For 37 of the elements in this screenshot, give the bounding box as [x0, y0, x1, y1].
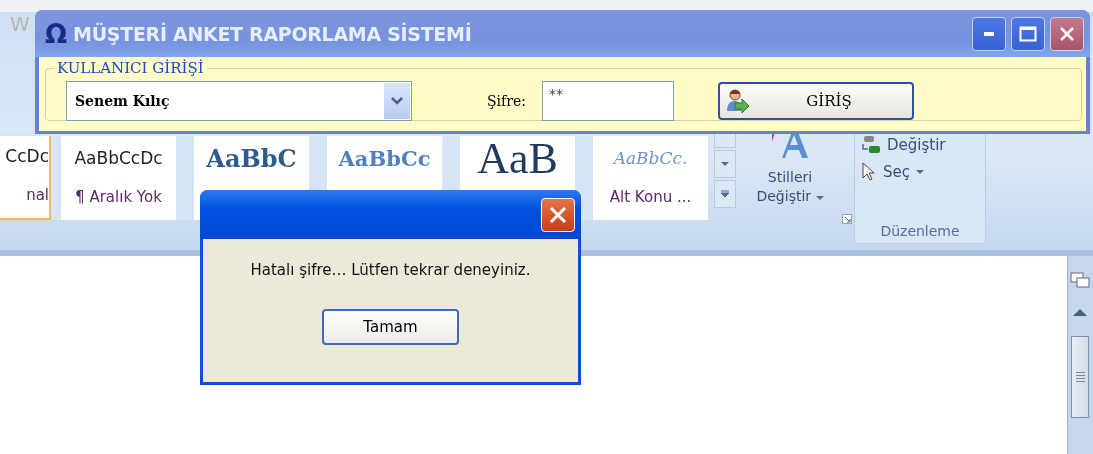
- minimize-button[interactable]: [972, 16, 1006, 51]
- window-title: MÜŞTERİ ANKET RAPORLAMA SİSTEMİ: [73, 22, 472, 45]
- ribbon-command[interactable]: Değiştir: [861, 135, 985, 154]
- maximize-button[interactable]: [1011, 16, 1045, 51]
- login-button[interactable]: GİRİŞ: [717, 82, 914, 120]
- cursor-icon: [861, 162, 877, 182]
- replace-icon: [861, 135, 881, 154]
- chevron-down-icon: [390, 96, 404, 106]
- minimize-icon: [984, 31, 994, 36]
- group-label: Düzenleme: [880, 223, 960, 239]
- style-gallery-item[interactable]: AaBbCcDc ¶ Aralık Yok: [61, 136, 176, 220]
- vertical-scrollbar[interactable]: [1067, 256, 1093, 454]
- app-logo: Ω: [44, 18, 69, 49]
- caret-icon: [720, 161, 730, 167]
- group-label: KULLANICI GİRİŞİ: [56, 59, 205, 77]
- maximize-icon: [1019, 25, 1037, 42]
- user-dropdown[interactable]: Senem Kılıç: [66, 81, 412, 121]
- more-button[interactable]: [714, 180, 736, 208]
- close-button[interactable]: [1050, 16, 1084, 51]
- caret-icon: [815, 195, 824, 201]
- password-field[interactable]: **: [541, 81, 674, 121]
- change-styles-button[interactable]: Stilleri Değiştir: [742, 132, 838, 228]
- close-icon: [548, 204, 568, 225]
- ok-button[interactable]: Tamam: [322, 309, 459, 345]
- scroll-thumb[interactable]: [1071, 336, 1089, 418]
- caret-icon: [916, 169, 924, 175]
- error-message: Hatalı şifre… Lütfen tekrar deneyiniz.: [250, 261, 531, 279]
- dialog-launcher-icon[interactable]: [842, 214, 852, 224]
- letter-a-icon: [771, 132, 809, 158]
- app-title-text: W: [10, 12, 30, 36]
- password-label: Şifre:: [487, 93, 526, 109]
- scroll-up-icon[interactable]: [1073, 308, 1087, 316]
- style-gallery-item[interactable]: AaBbCc. Alt Konu ...: [593, 136, 708, 220]
- ribbon-command[interactable]: Seç: [861, 162, 985, 182]
- style-gallery-item[interactable]: CcDc nal: [0, 136, 51, 220]
- expand-icon: [720, 190, 730, 198]
- close-icon: [1059, 25, 1075, 42]
